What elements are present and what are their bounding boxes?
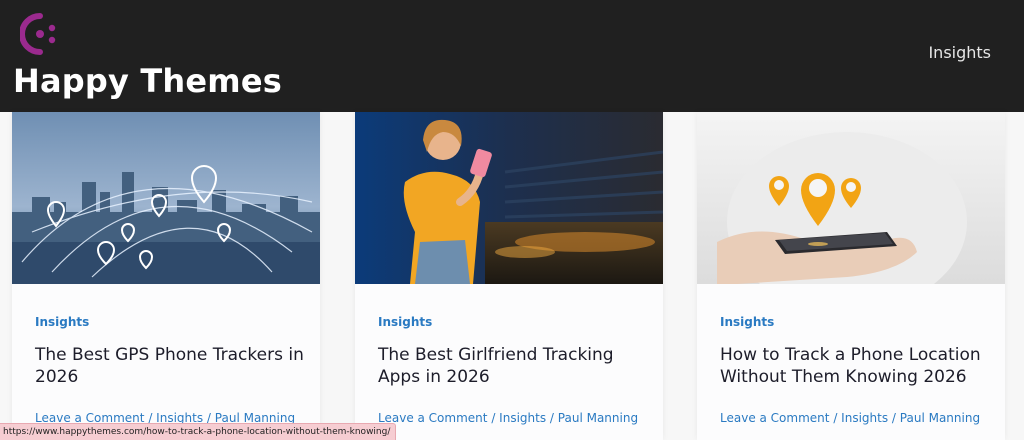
- post-category-link[interactable]: Insights: [720, 315, 774, 329]
- post-meta: Leave a Comment / Insights / Paul Mannin…: [720, 411, 980, 425]
- browser-status-url: https://www.happythemes.com/how-to-track…: [0, 423, 397, 440]
- post-title[interactable]: The Best Girlfriend Tracking Apps in 202…: [378, 344, 648, 388]
- post-thumbnail-woman-phone[interactable]: [355, 112, 663, 284]
- author-link[interactable]: Paul Manning: [558, 411, 638, 425]
- post-card: Insights The Best GPS Phone Trackers in …: [12, 112, 320, 440]
- post-category-link[interactable]: Insights: [35, 315, 89, 329]
- meta-category-link[interactable]: Insights: [499, 411, 546, 425]
- site-header: Happy Themes Insights: [0, 0, 1024, 112]
- post-category-link[interactable]: Insights: [378, 315, 432, 329]
- post-grid: Insights The Best GPS Phone Trackers in …: [0, 112, 1024, 440]
- post-meta: Leave a Comment / Insights / Paul Mannin…: [378, 411, 638, 425]
- post-card: Insights How to Track a Phone Location W…: [697, 112, 1005, 440]
- site-logo-icon[interactable]: [20, 12, 60, 58]
- meta-separator: /: [491, 411, 500, 425]
- post-title[interactable]: The Best GPS Phone Trackers in 2026: [35, 344, 305, 388]
- leave-comment-link[interactable]: Leave a Comment: [720, 411, 829, 425]
- meta-category-link[interactable]: Insights: [841, 411, 888, 425]
- post-thumbnail-phone-location[interactable]: [697, 112, 1005, 284]
- meta-separator: /: [549, 411, 558, 425]
- post-thumbnail-gps-city[interactable]: [12, 112, 320, 284]
- meta-separator: /: [833, 411, 842, 425]
- post-card: Insights The Best Girlfriend Tracking Ap…: [355, 112, 663, 440]
- meta-separator: /: [891, 411, 900, 425]
- nav-insights-link[interactable]: Insights: [928, 43, 991, 62]
- site-title[interactable]: Happy Themes: [13, 62, 282, 100]
- post-title[interactable]: How to Track a Phone Location Without Th…: [720, 344, 990, 388]
- author-link[interactable]: Paul Manning: [900, 411, 980, 425]
